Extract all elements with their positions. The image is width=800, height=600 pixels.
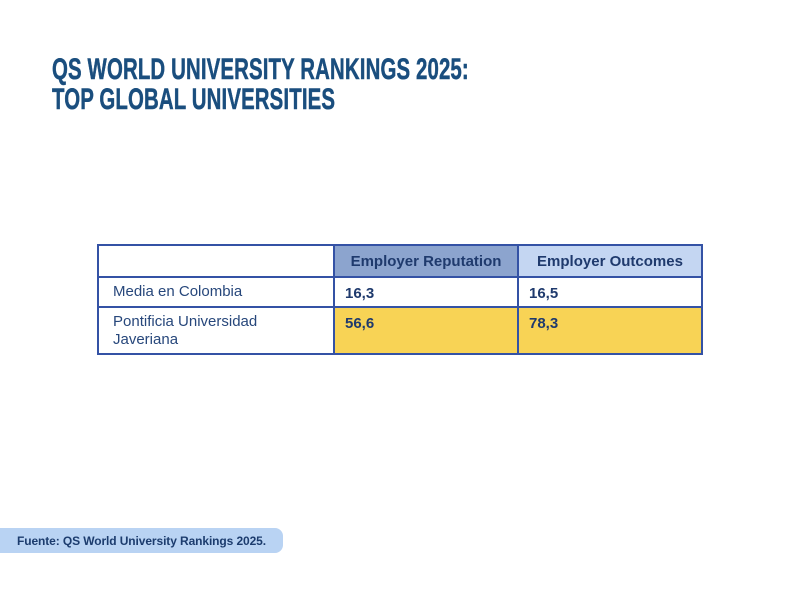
slide-canvas: QS WORLD UNIVERSITY RANKINGS 2025: TOP G… (0, 0, 800, 600)
header-cell-empty (98, 245, 334, 277)
row-label-pontificia-universidad-javeriana: Pontificia Universidad Javeriana (98, 307, 334, 354)
header-cell-employer-outcomes: Employer Outcomes (518, 245, 702, 277)
row-label-media-en-colombia: Media en Colombia (98, 277, 334, 307)
table-header-row: Employer Reputation Employer Outcomes (98, 245, 702, 277)
rankings-table: Employer Reputation Employer Outcomes Me… (97, 244, 703, 355)
table-row-media-en-colombia: Media en Colombia 16,3 16,5 (98, 277, 702, 307)
title-line-2: TOP GLOBAL UNIVERSITIES (52, 85, 469, 115)
source-text: Fuente: QS World University Rankings 202… (17, 534, 266, 548)
cell-javeriana-employer-outcomes: 78,3 (518, 307, 702, 354)
title-line-1: QS WORLD UNIVERSITY RANKINGS 2025: (52, 55, 469, 85)
page-title: QS WORLD UNIVERSITY RANKINGS 2025: TOP G… (52, 55, 665, 115)
cell-media-employer-reputation: 16,3 (334, 277, 518, 307)
source-badge: Fuente: QS World University Rankings 202… (0, 528, 283, 553)
cell-media-employer-outcomes: 16,5 (518, 277, 702, 307)
table-row-pontificia-universidad-javeriana: Pontificia Universidad Javeriana 56,6 78… (98, 307, 702, 354)
cell-javeriana-employer-reputation: 56,6 (334, 307, 518, 354)
header-cell-employer-reputation: Employer Reputation (334, 245, 518, 277)
